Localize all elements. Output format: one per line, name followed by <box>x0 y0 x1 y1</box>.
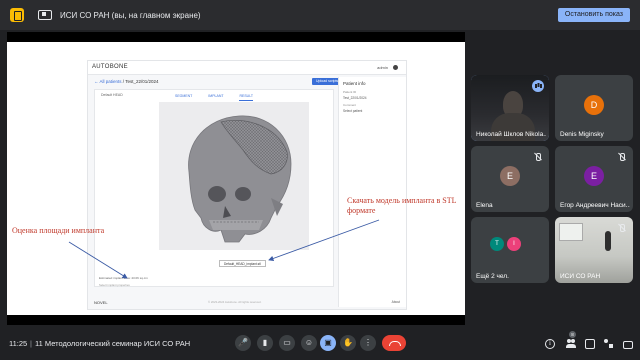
autobone-app-screenshot: AUTOBONE admin ← All patients / Test_22/… <box>87 60 407 310</box>
meeting-control-bar: 11:25 | 11 Методологический семинар ИСИ … <box>0 328 640 360</box>
user-icon <box>393 65 398 70</box>
separator: | <box>30 339 32 348</box>
mic-off-icon <box>616 222 628 234</box>
people-icon[interactable] <box>566 339 576 349</box>
implant-area-label: Estimated implant area: 43.06 sq.cm <box>99 276 148 280</box>
patient-id-value: Test_22/01/2024 <box>343 96 367 100</box>
participant-name: Николай Шклов Nikola... <box>476 131 546 138</box>
participant-tile-egor[interactable]: E Егор Андреевич Наси... <box>555 146 633 212</box>
app-about-link: About <box>391 300 400 304</box>
avatar: E <box>584 166 604 186</box>
room-person <box>605 231 611 251</box>
patient-comment-label: Comment <box>343 103 357 107</box>
presenting-banner: ИСИ СО РАН (вы, на главном экране) Остан… <box>0 0 640 30</box>
model-select: Default HEAD <box>101 93 123 97</box>
annotation-download-stl: Скачать модель импланта в STL формате <box>347 196 457 215</box>
activities-icon[interactable] <box>604 339 614 349</box>
annotation-implant-area: Оценка площади импланта <box>12 226 105 235</box>
patient-info-title: Patient info <box>343 81 366 86</box>
hand-icon: ✋ <box>343 338 353 347</box>
app-brand: AUTOBONE <box>92 64 128 70</box>
clock: 11:25 <box>9 339 28 348</box>
presentation-stage: AUTOBONE admin ← All patients / Test_22/… <box>7 32 465 325</box>
skull-model-icon <box>188 115 292 243</box>
patient-id-label: Patient ID <box>343 90 357 94</box>
app-breadcrumb: ← All patients / Test_22/01/2024 <box>94 79 158 84</box>
participant-tile-denis[interactable]: D Denis Miginsky <box>555 75 633 141</box>
patient-info-panel: Patient info Patient ID Test_22/01/2024 … <box>338 77 406 307</box>
participant-name: ИСИ СО РАН <box>560 273 601 280</box>
end-call-button[interactable] <box>382 335 406 351</box>
info-icon[interactable] <box>545 339 555 349</box>
participant-tile-elena[interactable]: E Elena <box>471 146 549 212</box>
meet-logo-icon <box>10 8 24 22</box>
participant-tile-nikolai[interactable]: Николай Шклов Nikola... <box>471 75 549 141</box>
shared-slide: AUTOBONE admin ← All patients / Test_22/… <box>7 42 465 315</box>
camera-button[interactable]: ▮ <box>257 335 273 351</box>
chat-icon[interactable] <box>585 339 595 349</box>
emoji-button[interactable]: ☺ <box>301 335 317 351</box>
patient-comment-value: Select patient <box>343 109 363 113</box>
crumb-link: ← All patients <box>94 79 122 84</box>
present-button[interactable]: ▣ <box>320 335 336 351</box>
raise-hand-button[interactable]: ✋ <box>340 335 356 351</box>
more-vert-icon: ⋮ <box>364 338 372 347</box>
skull-3d-viewer <box>159 102 309 250</box>
host-controls-icon[interactable] <box>623 341 633 349</box>
tab-implant: IMPLANT <box>208 94 224 98</box>
participant-name: Denis Miginsky <box>560 131 604 138</box>
download-stl-button: Default_HEAD_implant.stl <box>219 260 266 267</box>
more-options-button[interactable]: ⋮ <box>360 335 376 351</box>
room-projector-screen <box>559 223 583 241</box>
captions-button[interactable]: ▭ <box>279 335 295 351</box>
mic-off-icon <box>616 151 628 163</box>
speaking-indicator-icon <box>532 80 544 92</box>
mic-button[interactable]: 🎤 <box>235 335 251 351</box>
avatar: D <box>584 95 604 115</box>
mic-off-icon <box>532 151 544 163</box>
app-footer-brand: NOVEL <box>94 300 108 305</box>
participant-name: Егор Андреевич Наси... <box>560 202 630 209</box>
app-header: AUTOBONE admin <box>88 61 406 75</box>
stop-presenting-button[interactable]: Остановить показ <box>557 8 630 22</box>
tab-result: RESULT <box>239 94 254 101</box>
present-screen-icon <box>38 10 52 20</box>
participant-tile-isi[interactable]: ИСИ СО РАН <box>555 217 633 283</box>
implant-area-sub: Select implant properties <box>99 283 130 287</box>
camera-icon: ▮ <box>262 338 268 347</box>
avatar: T <box>490 237 504 251</box>
emoji-icon: ☺ <box>304 338 314 347</box>
avatar: I <box>507 237 521 251</box>
captions-icon: ▭ <box>283 338 291 347</box>
meeting-title: 11 Методологический семинар ИСИ СО РАН <box>35 339 191 348</box>
participant-count-badge: 8 <box>569 331 576 338</box>
avatar: E <box>500 166 520 186</box>
work-card: Default HEAD SEGMENT IMPLANT RESULT Defa… <box>94 89 334 287</box>
app-copyright: © 2023-2024 Autobone. All rights reserve… <box>208 300 262 304</box>
tab-segment: SEGMENT <box>175 94 193 98</box>
participant-tile-others[interactable]: T I Ещё 2 чел. <box>471 217 549 283</box>
app-user: admin <box>377 65 388 70</box>
presenting-text: ИСИ СО РАН (вы, на главном экране) <box>60 10 201 20</box>
participant-name: Ещё 2 чел. <box>476 273 509 280</box>
participant-name: Elena <box>476 202 493 209</box>
present-icon: ▣ <box>324 338 332 347</box>
card-tabs: SEGMENT IMPLANT RESULT <box>175 94 254 101</box>
crumb-current: / Test_22/01/2024 <box>122 79 159 84</box>
mic-icon: 🎤 <box>238 338 248 347</box>
